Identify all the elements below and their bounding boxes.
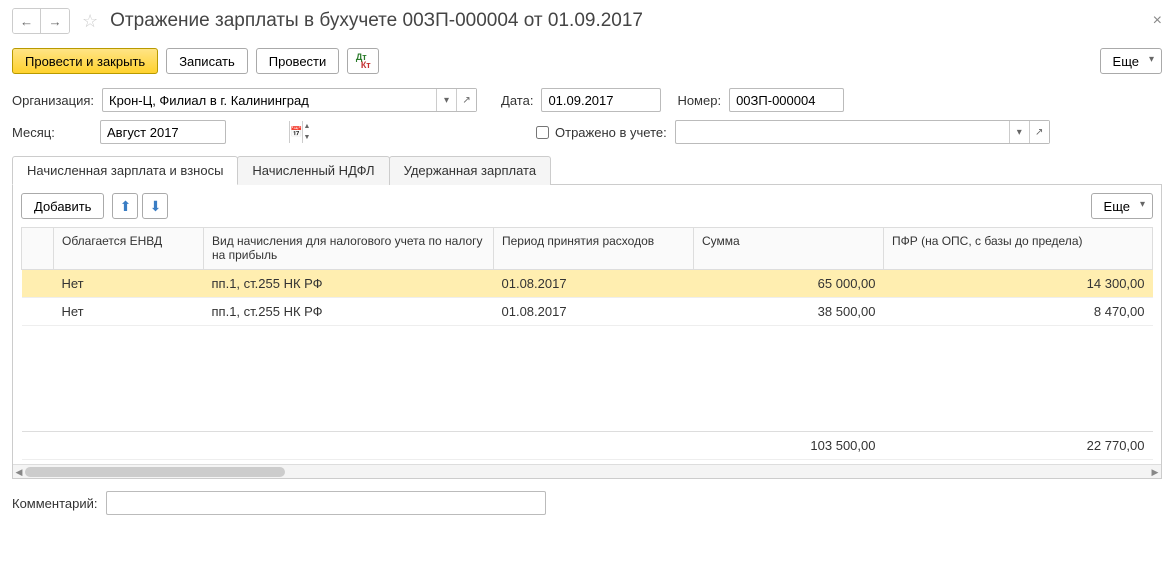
debit-credit-button[interactable]: Дт Кт <box>347 48 379 74</box>
table-row[interactable]: Нетпп.1, ст.255 НК РФ01.08.201738 500,00… <box>22 298 1153 326</box>
comment-input[interactable] <box>107 492 545 514</box>
cell-sum: 65 000,00 <box>694 270 884 298</box>
cell-type: пп.1, ст.255 НК РФ <box>204 270 494 298</box>
tab-2[interactable]: Удержанная зарплата <box>389 156 551 185</box>
accounted-open-button[interactable]: ↗ <box>1029 121 1049 143</box>
col-period[interactable]: Период принятия расходов <box>494 228 694 270</box>
nav-forward-button[interactable]: → <box>41 9 69 33</box>
scroll-left-icon[interactable]: ◀ <box>13 465 25 479</box>
accounted-input[interactable] <box>676 121 1009 143</box>
tab-1[interactable]: Начисленный НДФЛ <box>237 156 389 185</box>
org-open-button[interactable]: ↗ <box>456 89 476 111</box>
accounted-label: Отражено в учете: <box>555 125 667 140</box>
add-row-button[interactable]: Добавить <box>21 193 104 219</box>
horizontal-scrollbar[interactable]: ◀ ▶ <box>13 464 1161 478</box>
accounted-dropdown-button[interactable]: ▾ <box>1009 121 1029 143</box>
month-input[interactable] <box>101 121 289 143</box>
col-sum[interactable]: Сумма <box>694 228 884 270</box>
col-marker <box>22 228 54 270</box>
month-down-button[interactable]: ▼ <box>303 132 310 143</box>
favorite-star-icon[interactable]: ☆ <box>82 11 98 32</box>
org-label: Организация: <box>12 93 94 108</box>
total-pfr: 22 770,00 <box>884 432 1153 460</box>
month-calendar-button[interactable]: 📅 <box>289 121 302 143</box>
close-icon[interactable]: × <box>1153 12 1162 30</box>
save-button[interactable]: Записать <box>166 48 248 74</box>
nav-back-button[interactable]: ← <box>13 9 41 33</box>
cell-envd: Нет <box>54 270 204 298</box>
total-sum: 103 500,00 <box>694 432 884 460</box>
col-pfr[interactable]: ПФР (на ОПС, с базы до предела) <box>884 228 1153 270</box>
number-label: Номер: <box>677 93 721 108</box>
debit-credit-icon: Дт Кт <box>356 53 371 69</box>
month-label: Месяц: <box>12 125 92 140</box>
number-input[interactable] <box>730 89 918 111</box>
month-up-button[interactable]: ▲ <box>303 121 310 132</box>
tab-0[interactable]: Начисленная зарплата и взносы <box>12 156 238 185</box>
table-more-button[interactable]: Еще <box>1091 193 1153 219</box>
cell-pfr: 14 300,00 <box>884 270 1153 298</box>
cell-sum: 38 500,00 <box>694 298 884 326</box>
totals-row: 103 500,0022 770,00 <box>22 432 1153 460</box>
col-type[interactable]: Вид начисления для налогового учета по н… <box>204 228 494 270</box>
accounted-checkbox[interactable] <box>536 126 549 139</box>
cell-envd: Нет <box>54 298 204 326</box>
page-title: Отражение зарплаты в бухучете 00ЗП-00000… <box>110 10 1145 32</box>
submit-close-button[interactable]: Провести и закрыть <box>12 48 158 74</box>
cell-period: 01.08.2017 <box>494 270 694 298</box>
date-label: Дата: <box>501 93 533 108</box>
more-button[interactable]: Еще <box>1100 48 1162 74</box>
move-up-button[interactable]: ⬆ <box>112 193 138 219</box>
comment-label: Комментарий: <box>12 496 98 511</box>
table-row[interactable]: Нетпп.1, ст.255 НК РФ01.08.201765 000,00… <box>22 270 1153 298</box>
scroll-thumb[interactable] <box>25 467 285 477</box>
org-dropdown-button[interactable]: ▾ <box>436 89 456 111</box>
submit-button[interactable]: Провести <box>256 48 340 74</box>
cell-period: 01.08.2017 <box>494 298 694 326</box>
col-envd[interactable]: Облагается ЕНВД <box>54 228 204 270</box>
cell-type: пп.1, ст.255 НК РФ <box>204 298 494 326</box>
move-down-button[interactable]: ⬇ <box>142 193 168 219</box>
cell-pfr: 8 470,00 <box>884 298 1153 326</box>
scroll-right-icon[interactable]: ▶ <box>1149 465 1161 479</box>
org-input[interactable] <box>103 89 436 111</box>
